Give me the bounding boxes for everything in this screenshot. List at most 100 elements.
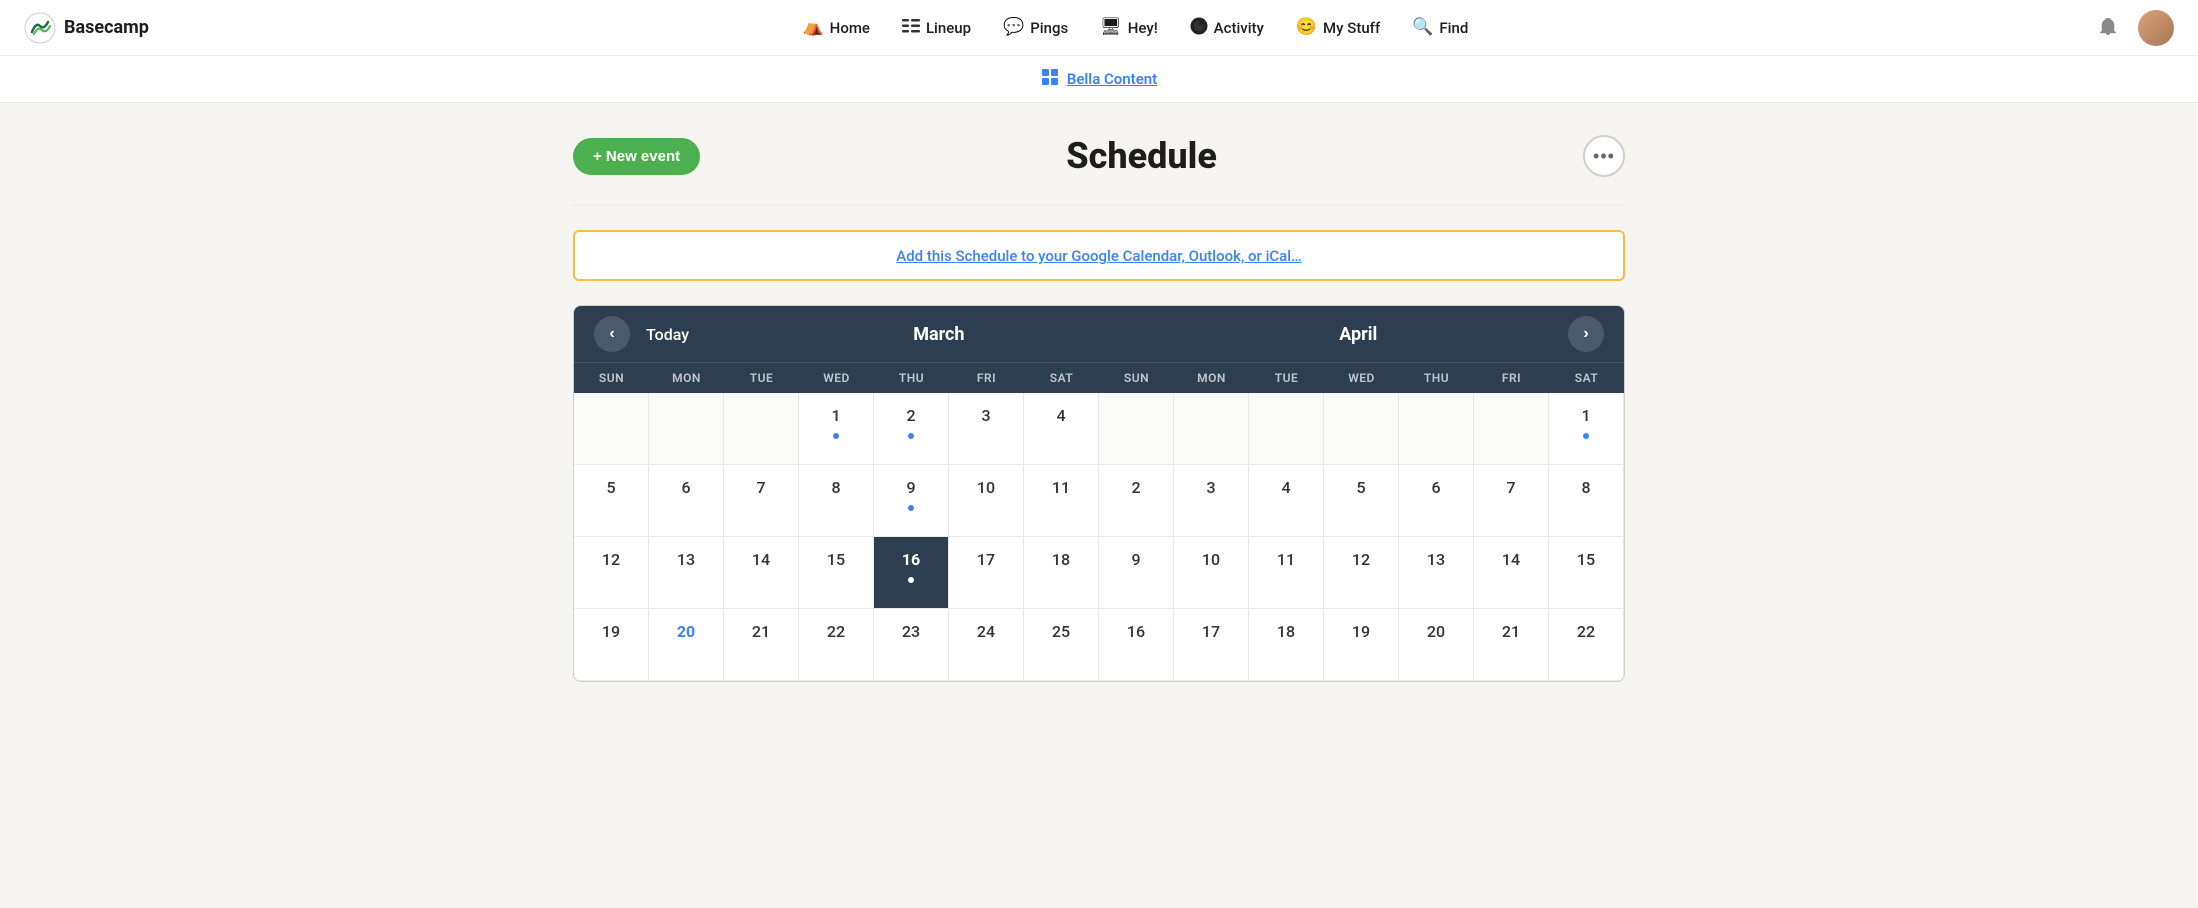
calendar-cell[interactable]: 2 (874, 393, 949, 465)
calendar-cell[interactable]: 9 (874, 465, 949, 537)
calendar-cell[interactable]: 13 (1399, 537, 1474, 609)
calendar-cell[interactable]: 4 (1249, 465, 1324, 537)
calendar-cell[interactable]: 10 (949, 465, 1024, 537)
march-section: March (729, 324, 1148, 345)
calendar-date: 2 (897, 401, 925, 429)
calendar-cell (574, 393, 649, 465)
calendar-cell[interactable]: 12 (574, 537, 649, 609)
calendar-date: 4 (1272, 473, 1300, 501)
calendar-cell[interactable]: 3 (949, 393, 1024, 465)
calendar-sync-link[interactable]: Add this Schedule to your Google Calenda… (896, 247, 1301, 265)
calendar-cell[interactable]: 24 (949, 609, 1024, 681)
calendar-cell (649, 393, 724, 465)
calendar-date: 7 (747, 473, 775, 501)
calendar-cell[interactable]: 20 (649, 609, 724, 681)
page-header: + New event Schedule ••• (573, 135, 1625, 177)
calendar-cell[interactable]: 21 (1474, 609, 1549, 681)
calendar-date: 16 (1122, 617, 1150, 645)
calendar: ‹ Today March April › SUN MON TUE WED TH… (573, 305, 1625, 682)
day-label-tue1: TUE (724, 363, 799, 393)
calendar-cell[interactable]: 11 (1024, 465, 1099, 537)
calendar-date: 17 (1197, 617, 1225, 645)
calendar-cell[interactable]: 14 (1474, 537, 1549, 609)
calendar-cell[interactable]: 6 (649, 465, 724, 537)
calendar-cell[interactable]: 5 (574, 465, 649, 537)
march-label: March (729, 324, 1148, 345)
nav-home[interactable]: ⛺ Home (789, 11, 884, 45)
calendar-date: 3 (1197, 473, 1225, 501)
calendar-cell[interactable]: 1 (1549, 393, 1624, 465)
calendar-cell[interactable]: 19 (574, 609, 649, 681)
calendar-day-labels: SUN MON TUE WED THU FRI SAT SUN MON TUE … (574, 362, 1624, 393)
calendar-cell[interactable]: 5 (1324, 465, 1399, 537)
calendar-cell[interactable]: 23 (874, 609, 949, 681)
calendar-cell[interactable]: 17 (949, 537, 1024, 609)
new-event-button[interactable]: + New event (573, 138, 700, 175)
day-label-fri2: FRI (1474, 363, 1549, 393)
calendar-cell[interactable]: 18 (1024, 537, 1099, 609)
calendar-cell[interactable]: 22 (1549, 609, 1624, 681)
notifications-button[interactable] (2090, 10, 2126, 46)
calendar-months: Today March April (630, 324, 1568, 345)
calendar-date: 14 (1497, 545, 1525, 573)
day-label-thu2: THU (1399, 363, 1474, 393)
activity-icon (1190, 17, 1208, 39)
calendar-cell[interactable]: 14 (724, 537, 799, 609)
nav-hey[interactable]: 🖥 Hey! (1086, 11, 1172, 45)
calendar-cell[interactable]: 1 (799, 393, 874, 465)
calendar-header: ‹ Today March April › (574, 306, 1624, 362)
calendar-next-button[interactable]: › (1568, 316, 1604, 352)
nav-pings[interactable]: 💬 Pings (989, 11, 1082, 45)
calendar-prev-button[interactable]: ‹ (594, 316, 630, 352)
calendar-cell[interactable]: 15 (1549, 537, 1624, 609)
day-label-thu1: THU (874, 363, 949, 393)
calendar-cell[interactable]: 18 (1249, 609, 1324, 681)
calendar-cell[interactable]: 21 (724, 609, 799, 681)
calendar-event-dot (908, 577, 914, 583)
logo[interactable]: Basecamp (24, 12, 149, 44)
calendar-cell[interactable]: 16 (1099, 609, 1174, 681)
calendar-cell[interactable]: 16 (874, 537, 949, 609)
calendar-cell[interactable]: 20 (1399, 609, 1474, 681)
mystuff-icon: 😊 (1296, 19, 1317, 36)
calendar-date: 10 (1197, 545, 1225, 573)
calendar-cell[interactable]: 17 (1174, 609, 1249, 681)
calendar-event-dot (908, 433, 914, 439)
calendar-cell[interactable]: 4 (1024, 393, 1099, 465)
calendar-cell[interactable]: 7 (724, 465, 799, 537)
nav-right (2090, 10, 2174, 46)
calendar-cell[interactable]: 7 (1474, 465, 1549, 537)
calendar-cell[interactable]: 19 (1324, 609, 1399, 681)
hey-icon: 🖥 (1100, 19, 1122, 36)
calendar-date: 1 (822, 401, 850, 429)
calendar-cell[interactable]: 10 (1174, 537, 1249, 609)
calendar-cell[interactable]: 3 (1174, 465, 1249, 537)
nav-lineup[interactable]: Lineup (888, 11, 985, 45)
calendar-cell[interactable]: 9 (1099, 537, 1174, 609)
nav-mystuff[interactable]: 😊 My Stuff (1282, 11, 1394, 45)
calendar-cell[interactable]: 15 (799, 537, 874, 609)
more-options-button[interactable]: ••• (1583, 135, 1625, 177)
calendar-cell (1099, 393, 1174, 465)
calendar-cell[interactable]: 25 (1024, 609, 1099, 681)
calendar-date: 8 (1572, 473, 1600, 501)
logo-text: Basecamp (64, 17, 149, 38)
calendar-date: 22 (1572, 617, 1600, 645)
calendar-date: 6 (672, 473, 700, 501)
calendar-date: 12 (597, 545, 625, 573)
calendar-cell[interactable]: 22 (799, 609, 874, 681)
nav-find[interactable]: 🔍 Find (1398, 11, 1482, 45)
avatar[interactable] (2138, 10, 2174, 46)
calendar-date: 15 (1572, 545, 1600, 573)
breadcrumb-link[interactable]: Bella Content (1067, 70, 1157, 88)
calendar-cell[interactable]: 11 (1249, 537, 1324, 609)
calendar-cell[interactable]: 2 (1099, 465, 1174, 537)
calendar-cell[interactable]: 12 (1324, 537, 1399, 609)
calendar-cell[interactable]: 8 (1549, 465, 1624, 537)
nav-activity[interactable]: Activity (1176, 9, 1278, 47)
calendar-cell[interactable]: 13 (649, 537, 724, 609)
calendar-cell[interactable]: 8 (799, 465, 874, 537)
calendar-cell[interactable]: 6 (1399, 465, 1474, 537)
home-icon: ⛺ (803, 19, 824, 36)
calendar-date: 21 (747, 617, 775, 645)
